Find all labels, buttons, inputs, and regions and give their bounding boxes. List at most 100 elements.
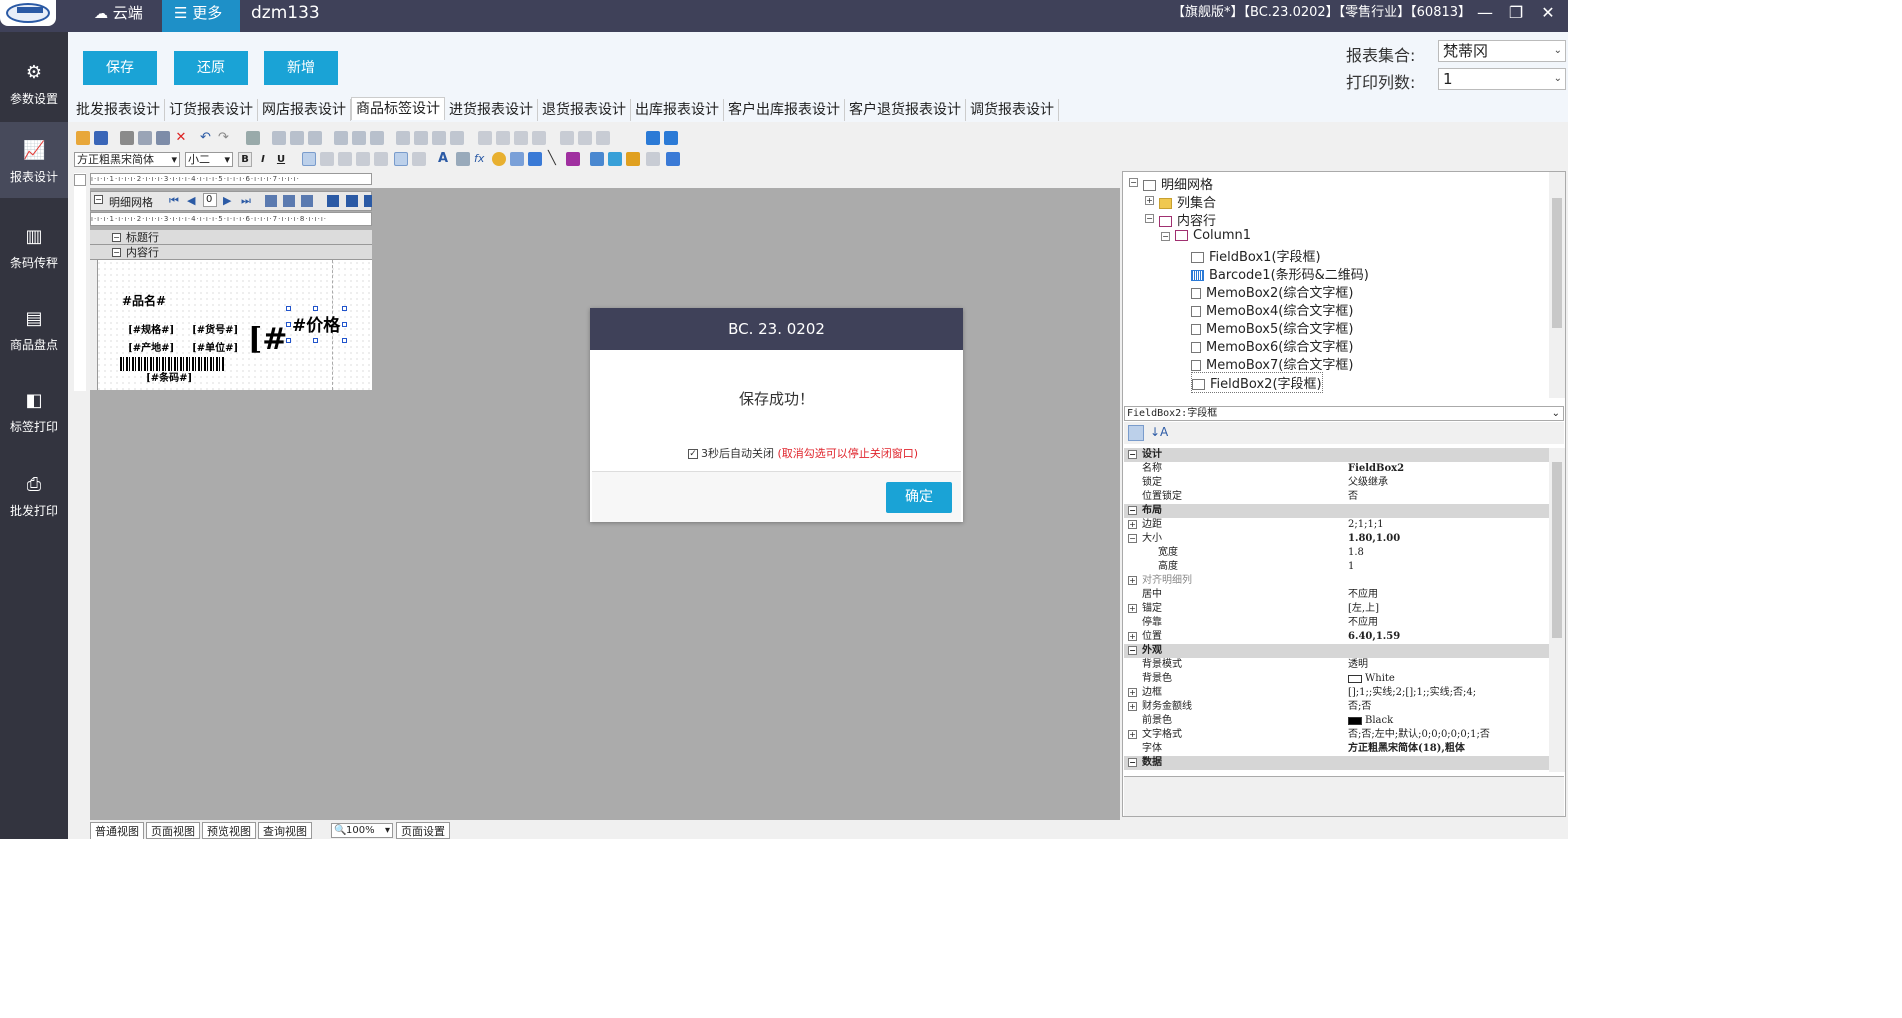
prev-page-icon[interactable]: ◀ <box>187 194 195 207</box>
copy-icon[interactable] <box>138 131 152 145</box>
grid-split-icon[interactable] <box>364 195 372 207</box>
align-left-icon[interactable] <box>272 131 286 145</box>
text-justify-icon[interactable] <box>356 152 370 166</box>
expand-icon[interactable]: + <box>1128 702 1137 711</box>
property-row[interactable]: + 文字格式 否;否;左中;默认;0;0;0;0;0;1;否 <box>1124 728 1549 742</box>
grid-insert-icon[interactable] <box>327 195 339 207</box>
close-window-icon[interactable]: ✕ <box>1537 2 1559 24</box>
font-size-select[interactable]: 小二 ▾ <box>185 152 233 167</box>
property-row[interactable]: 停靠 不应用 <box>1124 616 1549 630</box>
restore-button[interactable]: 还原 <box>174 51 248 85</box>
same-size-icon[interactable] <box>432 131 446 145</box>
barcode2-tool-icon[interactable] <box>608 152 622 166</box>
property-value[interactable]: 6.40,1.59 <box>1348 630 1400 644</box>
collapse-icon[interactable]: − <box>1129 178 1138 187</box>
item-code-field[interactable]: [#货号#] <box>192 321 238 336</box>
restore-window-icon[interactable]: ❐ <box>1505 2 1527 24</box>
system-var-icon[interactable] <box>492 152 506 166</box>
line-tool-icon[interactable]: ╲ <box>548 152 562 166</box>
tab-customer-return[interactable]: 客户退货报表设计 <box>845 99 966 121</box>
property-value[interactable]: 父级继承 <box>1348 476 1388 490</box>
h-spacing-inc-icon[interactable] <box>496 131 510 145</box>
print-cols-select[interactable]: 1 ⌄ <box>1438 68 1566 90</box>
tab-customer-outbound[interactable]: 客户出库报表设计 <box>724 99 845 121</box>
property-value[interactable]: 不应用 <box>1348 616 1378 630</box>
align-center-icon[interactable] <box>290 131 304 145</box>
save-icon[interactable] <box>94 131 108 145</box>
tree-node-memobox2[interactable]: MemoBox2(综合文字框) <box>1191 282 1353 301</box>
auto-close-checkbox[interactable]: ✓ 3秒后自动关闭 (取消勾选可以停止关闭窗口) <box>688 445 918 461</box>
report-set-select[interactable]: 梵蒂冈 ⌄ <box>1438 40 1566 62</box>
expand-icon[interactable]: + <box>1128 730 1137 739</box>
page-number-input[interactable]: 0 <box>203 193 217 207</box>
property-value[interactable]: 透明 <box>1348 658 1368 672</box>
valign-top-icon[interactable] <box>374 152 388 166</box>
resize-handle[interactable] <box>286 306 291 311</box>
font-name-select[interactable]: 方正粗黑宋简体 ▾ <box>74 152 180 167</box>
resize-handle[interactable] <box>342 306 347 311</box>
expand-icon[interactable]: + <box>1128 604 1137 613</box>
collapse-icon[interactable]: − <box>1128 758 1137 767</box>
tab-wholesale[interactable]: 批发报表设计 <box>72 99 165 121</box>
tree-node-memobox6[interactable]: MemoBox6(综合文字框) <box>1191 336 1353 355</box>
table-tool-icon[interactable] <box>646 152 660 166</box>
align-top-icon[interactable] <box>334 131 348 145</box>
send-back-icon[interactable] <box>664 131 678 145</box>
property-value[interactable]: White <box>1348 672 1395 686</box>
subreport-tool-icon[interactable] <box>666 152 680 166</box>
property-row[interactable]: − 大小 1.80,1.00 <box>1124 532 1549 546</box>
property-row[interactable]: + 锚定 [左,上] <box>1124 602 1549 616</box>
cloud-button[interactable]: ☁ 云端 <box>92 0 156 32</box>
property-row[interactable]: 名称 FieldBox2 <box>1124 462 1549 476</box>
h-spacing-dec-icon[interactable] <box>514 131 528 145</box>
resize-handle[interactable] <box>286 338 291 343</box>
property-row[interactable]: 字体 方正粗黑宋简体(18),粗体 <box>1124 742 1549 756</box>
grid-row-icon[interactable] <box>301 195 313 207</box>
tab-preview-view[interactable]: 预览视图 <box>202 822 256 839</box>
v-spacing-inc-icon[interactable] <box>578 131 592 145</box>
property-row[interactable]: 位置锁定 否 <box>1124 490 1549 504</box>
unit-field[interactable]: [#单位#] <box>192 339 238 354</box>
tab-page-view[interactable]: 页面视图 <box>146 822 200 839</box>
tab-online-store[interactable]: 网店报表设计 <box>258 99 351 121</box>
price-big-field[interactable]: [# <box>248 321 287 359</box>
grid-column-icon[interactable] <box>283 195 295 207</box>
tree-node-columns[interactable]: 列集合 <box>1159 192 1216 211</box>
property-row[interactable]: + 财务金额线 否;否 <box>1124 700 1549 714</box>
property-row[interactable]: 宽度 1.8 <box>1124 546 1549 560</box>
shape-tool-icon[interactable] <box>528 152 542 166</box>
tab-transfer[interactable]: 调货报表设计 <box>966 99 1059 121</box>
tab-query-view[interactable]: 查询视图 <box>258 822 312 839</box>
property-row[interactable]: 背景色 White <box>1124 672 1549 686</box>
field-tool-icon[interactable] <box>510 152 524 166</box>
bold-button[interactable]: B <box>238 152 252 167</box>
sidebar-item-report-design[interactable]: 📈 报表设计 <box>0 122 68 198</box>
property-row[interactable]: + 边框 [];1;;实线;2;[];1;;实线;否;4; <box>1124 686 1549 700</box>
property-category[interactable]: − 布局 <box>1124 504 1549 518</box>
property-scrollbar[interactable] <box>1549 448 1565 772</box>
first-page-icon[interactable]: ⏮ <box>169 194 179 208</box>
sort-alpha-icon[interactable]: ↓A <box>1150 425 1168 439</box>
categorized-icon[interactable] <box>1128 425 1144 441</box>
property-row[interactable]: + 位置 6.40,1.59 <box>1124 630 1549 644</box>
tree-node-memobox4[interactable]: MemoBox4(综合文字框) <box>1191 300 1353 319</box>
tree-node-column1[interactable]: Column1 <box>1175 228 1251 243</box>
v-spacing-icon[interactable] <box>560 131 574 145</box>
bring-front-icon[interactable] <box>646 131 660 145</box>
tree-node-memobox7[interactable]: MemoBox7(综合文字框) <box>1191 354 1353 373</box>
origin-field[interactable]: [#产地#] <box>128 339 174 354</box>
property-value[interactable]: 方正粗黑宋简体(18),粗体 <box>1348 742 1465 756</box>
tree-node-detail-grid[interactable]: 明细网格 <box>1143 174 1213 193</box>
italic-button[interactable]: I <box>256 152 270 167</box>
collapse-icon[interactable]: − <box>1145 214 1154 223</box>
property-value[interactable]: [左,上] <box>1348 602 1379 616</box>
collapse-icon[interactable]: − <box>1128 646 1137 655</box>
same-width-icon[interactable] <box>396 131 410 145</box>
property-value[interactable]: 否;否 <box>1348 700 1371 714</box>
property-row[interactable]: + 边距 2;1;1;1 <box>1124 518 1549 532</box>
v-spacing-dec-icon[interactable] <box>596 131 610 145</box>
collapse-icon[interactable]: − <box>1128 534 1137 543</box>
delete-icon[interactable]: ✕ <box>174 131 188 145</box>
h-spacing-icon[interactable] <box>478 131 492 145</box>
property-value[interactable]: 不应用 <box>1348 588 1378 602</box>
